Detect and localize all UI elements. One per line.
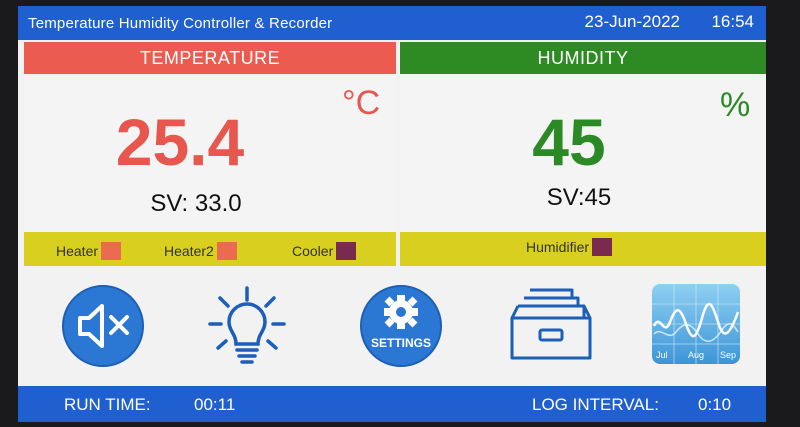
humidity-unit: %: [720, 86, 751, 124]
temperature-value: 25.4: [115, 105, 245, 179]
heater-status-square: [101, 242, 122, 260]
run-time-value: 00:11: [194, 395, 236, 414]
heater-label: Heater: [56, 243, 99, 259]
footer-bar: RUN TIME: 00:11 LOG INTERVAL: 0:10: [18, 386, 766, 422]
cooler-indicator: Cooler: [292, 242, 357, 260]
humidity-setpoint: SV:45: [546, 184, 612, 211]
humidifier-label: Humidifier: [526, 239, 590, 255]
log-interval-value: 0:10: [698, 395, 732, 414]
humidity-header: HUMIDITY: [400, 42, 766, 74]
time-display: 16:54: [711, 12, 754, 31]
temperature-header: TEMPERATURE: [24, 42, 396, 74]
heater-indicator: Heater: [56, 242, 122, 260]
humidity-value: 45: [532, 105, 606, 179]
chart-axis-label-jul: Jul: [656, 350, 668, 360]
chart-axis-label-sep: Sep: [720, 350, 736, 360]
controller-screen: Temperature Humidity Controller & Record…: [18, 6, 766, 422]
humidity-status-bar: Humidifier: [400, 232, 766, 266]
temperature-status-bar: Heater Heater2 Cooler: [24, 232, 396, 266]
date-display: 23-Jun-2022: [584, 12, 680, 31]
settings-button[interactable]: SETTINGS: [356, 284, 446, 373]
cooler-status-square: [336, 242, 357, 260]
humidifier-indicator: Humidifier: [526, 238, 613, 256]
records-button[interactable]: [506, 284, 596, 375]
humidity-panel[interactable]: HUMIDITY 45 % SV:45 Humidifier: [400, 42, 766, 266]
records-drawer-icon: [510, 288, 592, 360]
mute-icon: [62, 285, 144, 367]
temperature-setpoint: SV: 33.0: [150, 190, 242, 217]
title-bar: Temperature Humidity Controller & Record…: [18, 6, 766, 40]
icon-toolbar: SETTINGS Jul Aug Sep: [18, 272, 766, 380]
heater2-label: Heater2: [164, 243, 214, 259]
settings-label: SETTINGS: [371, 336, 431, 350]
heater2-status-square: [216, 242, 237, 260]
humidifier-status-square: [592, 238, 613, 256]
chart-button[interactable]: Jul Aug Sep: [650, 282, 742, 373]
run-time-label: RUN TIME:: [64, 395, 151, 414]
temperature-unit: °C: [342, 84, 381, 122]
temperature-panel[interactable]: TEMPERATURE 25.4 °C SV: 33.0 Heater Heat…: [24, 42, 396, 266]
app-title: Temperature Humidity Controller & Record…: [28, 15, 333, 32]
light-bulb-icon: [208, 286, 286, 364]
mute-button[interactable]: [58, 284, 148, 373]
chart-icon: Jul Aug Sep: [652, 284, 740, 364]
light-button[interactable]: [202, 284, 292, 375]
heater2-indicator: Heater2: [164, 242, 237, 260]
log-interval-label: LOG INTERVAL:: [532, 395, 659, 414]
cooler-label: Cooler: [292, 243, 334, 259]
chart-axis-label-aug: Aug: [688, 350, 704, 360]
settings-icon: SETTINGS: [360, 285, 442, 367]
